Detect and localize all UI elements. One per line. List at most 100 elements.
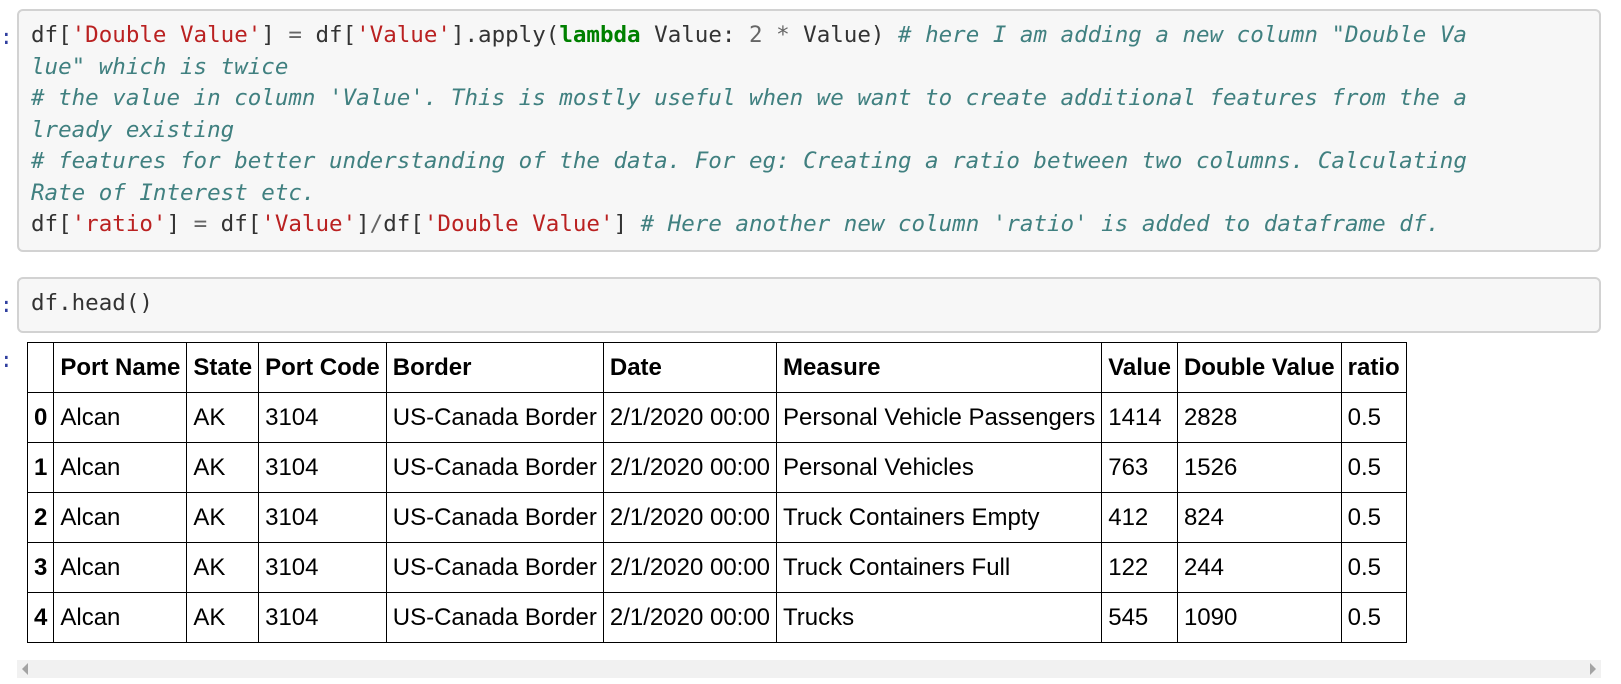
chevron-right-icon[interactable] [1590,663,1596,675]
operator: = [193,211,208,237]
row-index: 4 [26,592,55,643]
table-cell: US-Canada Border [385,542,604,593]
code-token: df[ [383,211,424,237]
table-cell: 1090 [1176,592,1342,643]
table-cell: 0.5 [1340,592,1407,643]
table-cell: 2828 [1176,392,1342,443]
input-prompt-1: : [0,25,13,49]
operator: / [369,211,384,237]
keyword: lambda [559,22,641,48]
table-cell: 0.5 [1340,492,1407,543]
table-cell: 3104 [258,442,387,493]
table-cell: Personal Vehicles [776,442,1103,493]
code-token: Value: [640,22,749,48]
column-header: Port Name [53,342,188,393]
table-cell: 3104 [258,492,387,543]
table-cell: Alcan [53,492,188,543]
table-cell: Alcan [53,542,188,593]
table-row: 2 Alcan AK 3104 US-Canada Border 2/1/202… [26,492,1407,543]
number-literal: 2 [748,22,763,48]
string-literal: 'Value' [261,211,357,237]
table-cell: 3104 [258,542,387,593]
column-header: Border [385,342,604,393]
code-comment: Rate of Interest etc. [31,179,316,206]
table-cell: 122 [1101,542,1178,593]
code-token: df.head() [31,290,153,316]
table-cell: Alcan [53,442,188,493]
column-header: Date [602,342,778,393]
table-cell: Truck Containers Empty [776,492,1103,543]
row-index: 3 [26,542,55,593]
column-header: Double Value [1176,342,1342,393]
code-token: ] [356,211,370,237]
table-cell: Alcan [53,392,188,443]
table-cell: AK [186,442,260,493]
code-comment: lready existing [31,116,235,143]
table-cell: Alcan [53,592,188,643]
table-cell: AK [186,592,260,643]
table-header-row: Port Name State Port Code Border Date Me… [26,342,1407,393]
table-row: 1 Alcan AK 3104 US-Canada Border 2/1/202… [26,442,1407,493]
table-cell: 2/1/2020 00:00 [602,542,778,593]
table-cell: 1526 [1176,442,1342,493]
table-row: 3 Alcan AK 3104 US-Canada Border 2/1/202… [26,542,1407,593]
table-cell: 545 [1101,592,1178,643]
table-cell: 3104 [258,592,387,643]
table-cell: US-Canada Border [385,392,604,443]
code-token: ] [613,211,641,237]
code-editor-1[interactable]: df['Double Value'] = df['Value'].apply(l… [19,11,1599,241]
code-token: df[ [301,22,357,48]
code-token: ].apply( [450,22,560,48]
table-cell: 2/1/2020 00:00 [602,442,778,493]
output-area: Port Name State Port Code Border Date Me… [17,342,1601,684]
table-row: 0 Alcan AK 3104 US-Canada Border 2/1/202… [26,392,1407,443]
table-cell: Personal Vehicle Passengers [776,392,1103,443]
table-cell: 244 [1176,542,1342,593]
table-row: 4 Alcan AK 3104 US-Canada Border 2/1/202… [26,592,1407,643]
operator: = [288,22,302,48]
code-token: Value) [789,22,898,48]
table-cell: AK [186,392,260,443]
string-literal: 'Double Value' [423,211,614,237]
row-index: 0 [26,392,55,443]
table-cell: AK [186,492,260,543]
chevron-left-icon[interactable] [22,663,28,675]
code-comment: # the value in column 'Value'. This is m… [31,85,1467,111]
table-cell: 1414 [1101,392,1178,443]
table-cell: 2/1/2020 00:00 [602,392,778,443]
code-token: df[ [31,22,72,48]
code-editor-2[interactable]: df.head() [19,279,1599,320]
string-literal: 'Value' [356,22,451,48]
code-token: ] [166,211,194,237]
row-index: 2 [26,492,55,543]
table-cell: US-Canada Border [385,492,604,543]
table-cell: 2/1/2020 00:00 [602,492,778,543]
table-cell: 2/1/2020 00:00 [602,592,778,643]
index-header [26,342,55,393]
column-header: ratio [1340,342,1407,393]
table-cell: Truck Containers Full [776,542,1103,593]
code-cell-2[interactable]: df.head() [17,277,1601,333]
dataframe-table: Port Name State Port Code Border Date Me… [26,342,1407,643]
column-header: Port Code [258,342,387,393]
horizontal-scrollbar[interactable] [17,660,1601,678]
column-header: Measure [776,342,1103,393]
code-token: ] [261,22,289,48]
input-prompt-2: : [0,293,13,317]
code-cell-1[interactable]: df['Double Value'] = df['Value'].apply(l… [17,9,1601,252]
table-cell: AK [186,542,260,593]
string-literal: 'ratio' [71,211,167,237]
table-cell: US-Canada Border [385,592,604,643]
table-cell: 0.5 [1340,442,1407,493]
code-comment: # Here another new column 'ratio' is add… [640,211,1440,237]
column-header: Value [1101,342,1178,393]
table-cell: 0.5 [1340,392,1407,443]
table-cell: 0.5 [1340,542,1407,593]
code-token: df[ [31,211,72,237]
code-token: df[ [207,211,262,237]
table-cell: 3104 [258,392,387,443]
code-comment: # features for better understanding of t… [31,148,1467,174]
operator: * [776,22,790,48]
column-header: State [186,342,260,393]
code-comment: # here I am adding a new column "Double … [898,22,1467,48]
